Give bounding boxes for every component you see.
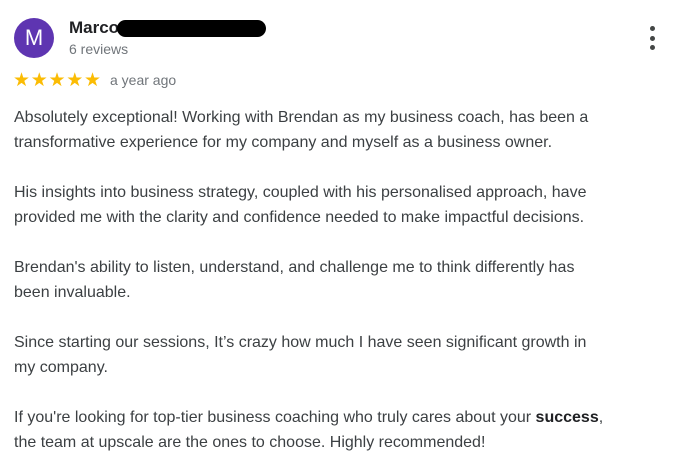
review-paragraph: His insights into business strategy, cou… [14, 184, 587, 226]
review-text-segment: If you're looking for top-tier business … [14, 409, 536, 426]
star-icon: ★ [30, 69, 48, 91]
avatar[interactable]: M [14, 18, 54, 58]
avatar-initial: M [24, 25, 44, 50]
more-vert-icon [649, 26, 655, 31]
bold-text: success [535, 409, 599, 426]
redaction-bar [117, 20, 266, 37]
more-options-button[interactable] [640, 26, 664, 50]
reviewer-name[interactable]: Marco [69, 18, 119, 37]
review-count[interactable]: 6 reviews [69, 40, 128, 58]
star-icon: ★ [13, 69, 31, 91]
review-date: a year ago [110, 72, 177, 88]
name-row: Marco [69, 17, 266, 39]
rating-row: ★ ★ ★ ★ ★ a year ago [13, 70, 176, 90]
review-card: M Marco 6 reviews ★ ★ ★ ★ ★ a year ago Absol… [0, 0, 685, 462]
review-paragraph: If you're looking for top-tier business … [14, 405, 674, 455]
reviewer-info: Marco 6 reviews [69, 17, 266, 58]
review-paragraph: Brendan's ability to listen, understand,… [14, 259, 575, 301]
star-icon: ★ [83, 69, 101, 91]
review-text: Absolutely exceptional! Working with Bre… [14, 105, 674, 455]
star-icon: ★ [66, 69, 84, 91]
review-paragraph: Absolutely exceptional! Working with Bre… [14, 109, 589, 151]
star-rating: ★ ★ ★ ★ ★ [13, 70, 101, 90]
star-icon: ★ [48, 69, 66, 91]
review-paragraph: Since starting our sessions, It’s crazy … [14, 334, 587, 376]
